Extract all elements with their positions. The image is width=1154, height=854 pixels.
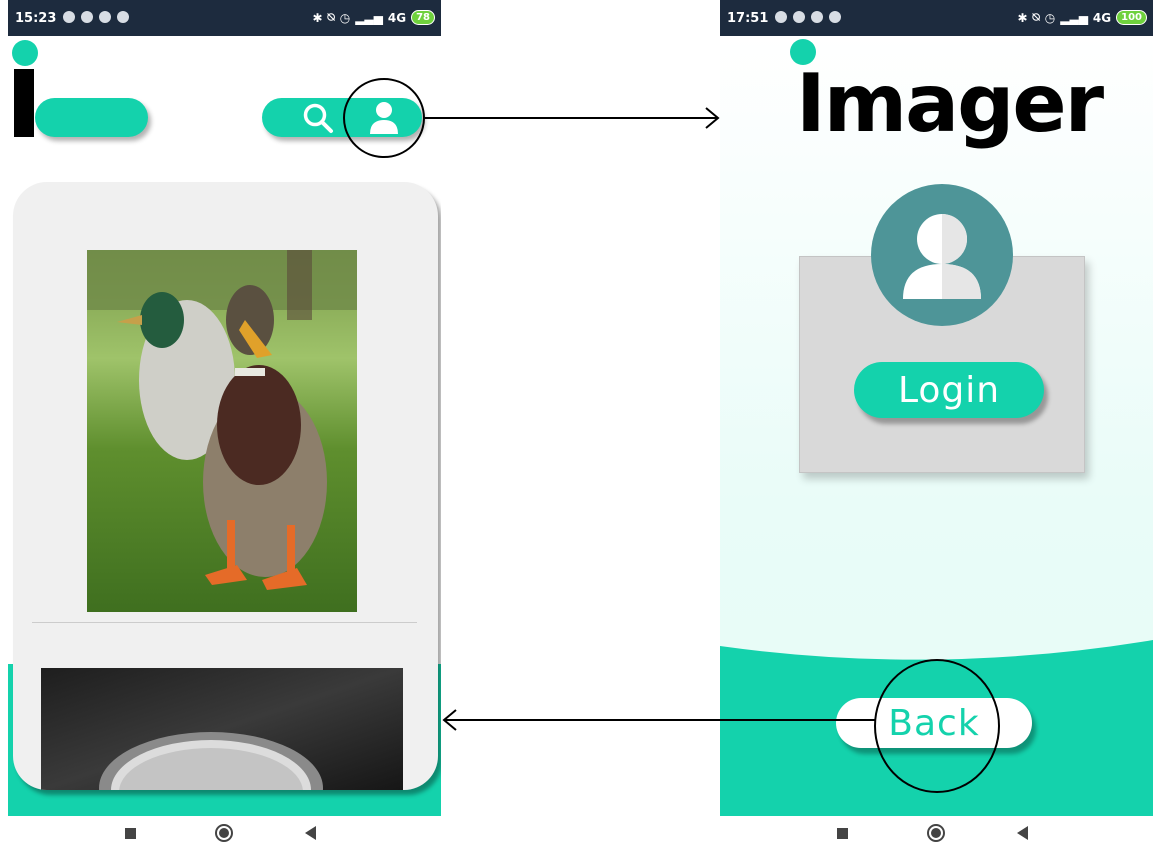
- duck-image: [87, 250, 357, 612]
- signal-icon: ▂▃▅: [355, 10, 383, 25]
- login-button[interactable]: Login: [854, 362, 1044, 418]
- mute-icon: ⍉: [1032, 10, 1040, 24]
- status-time: 15:23: [15, 11, 57, 26]
- arrowhead-left: [442, 709, 457, 731]
- notification-icon: [63, 11, 75, 23]
- android-nav-bar: [8, 816, 441, 854]
- notification-icon: [775, 11, 787, 23]
- user-icon: [903, 214, 981, 299]
- reddit-icon: [793, 11, 805, 23]
- back-nav-button[interactable]: [1017, 826, 1028, 840]
- app-title: Imager: [796, 57, 1104, 150]
- notification-icon: [117, 11, 129, 23]
- system-icons: ✱ ⍉ ◷ ▂▃▅ 4G 100: [1017, 10, 1147, 25]
- battery-indicator: 100: [1116, 10, 1147, 25]
- avatar: [871, 184, 1013, 326]
- phone-screen-home: 15:23 ✱ ⍉ ◷ ▂▃▅ 4G 78: [8, 0, 441, 854]
- home-button[interactable]: [927, 824, 945, 842]
- signal-icon: ▂▃▅: [1060, 10, 1088, 25]
- messenger-icon: [81, 11, 93, 23]
- home-button[interactable]: [215, 824, 233, 842]
- android-nav-bar: [720, 816, 1153, 854]
- network-type: 4G: [387, 10, 407, 25]
- system-icons: ✱ ⍉ ◷ ▂▃▅ 4G 78: [312, 10, 435, 25]
- bowl-photo[interactable]: [41, 668, 403, 790]
- phone-screen-profile: 17:51 ✱ ⍉ ◷ ▂▃▅ 4G 100 Imager Login Back: [720, 0, 1153, 854]
- image-feed-card[interactable]: [13, 182, 438, 790]
- battery-indicator: 78: [411, 10, 435, 25]
- alarm-icon: ◷: [1044, 10, 1056, 25]
- back-button[interactable]: Back: [836, 698, 1032, 748]
- profile-button[interactable]: [364, 98, 404, 138]
- feed-divider: [32, 622, 417, 623]
- logo-pill: [35, 98, 148, 137]
- mute-icon: ⍉: [327, 10, 335, 24]
- bowl-image: [41, 668, 403, 790]
- logo-stem: [14, 69, 34, 137]
- notification-icons: [775, 11, 841, 23]
- network-type: 4G: [1092, 10, 1112, 25]
- status-time: 17:51: [727, 11, 769, 26]
- home-screen: [8, 36, 441, 816]
- twitter-icon: [811, 11, 823, 23]
- back-nav-button[interactable]: [305, 826, 316, 840]
- duck-photo[interactable]: [87, 250, 357, 612]
- recents-button[interactable]: [125, 828, 136, 839]
- alarm-icon: ◷: [339, 10, 351, 25]
- bluetooth-icon: ✱: [312, 10, 323, 25]
- mail-icon: [99, 11, 111, 23]
- profile-screen: Imager Login Back: [720, 36, 1153, 816]
- bluetooth-icon: ✱: [1017, 10, 1028, 25]
- search-icon: [303, 103, 333, 133]
- status-bar: 17:51 ✱ ⍉ ◷ ▂▃▅ 4G 100: [720, 0, 1153, 36]
- logo-dot: [12, 40, 38, 66]
- notification-icon: [829, 11, 841, 23]
- status-bar: 15:23 ✱ ⍉ ◷ ▂▃▅ 4G 78: [8, 0, 441, 36]
- search-button[interactable]: [298, 100, 338, 136]
- notification-icons: [63, 11, 129, 23]
- user-icon: [370, 102, 398, 134]
- recents-button[interactable]: [837, 828, 848, 839]
- arrowhead-right: [705, 107, 720, 129]
